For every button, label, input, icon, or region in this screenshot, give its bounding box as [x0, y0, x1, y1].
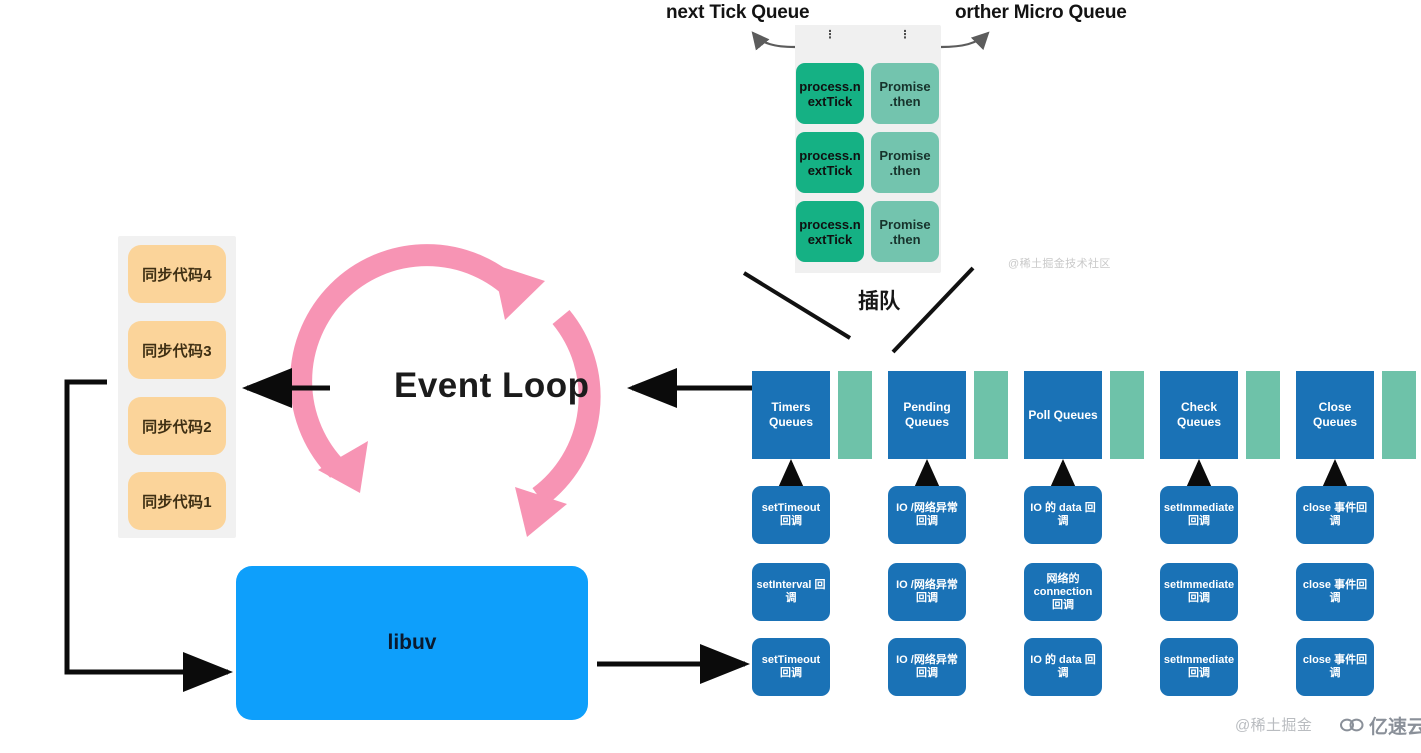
loop-arrowhead-top — [493, 264, 545, 320]
green-bar — [1110, 371, 1144, 459]
cloud-icon-svg — [1340, 718, 1364, 731]
phase-queue-timers[interactable]: Timers Queues — [752, 371, 830, 459]
label-next-tick-queue: next Tick Queue — [666, 2, 810, 23]
phase-queue-poll[interactable]: Poll Queues — [1024, 371, 1102, 459]
call-stack-item[interactable]: 同步代码4 — [128, 245, 226, 303]
phase-queue-close[interactable]: Close Queues — [1296, 371, 1374, 459]
micro-queue-item[interactable]: Promise .then — [871, 63, 939, 124]
callback-box[interactable]: IO /网络异常 回调 — [888, 563, 966, 621]
next-tick-item[interactable]: process.nextTick — [796, 201, 864, 262]
watermark-corner: @稀土掘金 — [1235, 717, 1313, 734]
micro-queue-item[interactable]: Promise .then — [871, 132, 939, 193]
call-stack-item[interactable]: 同步代码3 — [128, 321, 226, 379]
callback-box[interactable]: setImmediate 回调 — [1160, 638, 1238, 696]
callback-box[interactable]: setTimeout 回调 — [752, 486, 830, 544]
phase-queue-check[interactable]: Check Queues — [1160, 371, 1238, 459]
microtask-queue-panel: ⋮ process.nextTick process.nextTick proc… — [795, 25, 941, 273]
callback-box[interactable]: close 事件回调 — [1296, 486, 1374, 544]
loop-arrowhead-left — [318, 441, 368, 493]
phase-queue-pending[interactable]: Pending Queues — [888, 371, 966, 459]
callback-box[interactable]: close 事件回调 — [1296, 563, 1374, 621]
next-tick-queue-column: ⋮ process.nextTick process.nextTick proc… — [795, 25, 865, 273]
brand-logo: 亿速云 — [1340, 712, 1421, 739]
callback-box[interactable]: setInterval 回调 — [752, 563, 830, 621]
callback-box[interactable]: setImmediate 回调 — [1160, 563, 1238, 621]
diagram-canvas: next Tick Queue orther Micro Queue ⋮ pro… — [0, 0, 1421, 753]
callback-box[interactable]: IO /网络异常 回调 — [888, 638, 966, 696]
callback-box[interactable]: IO /网络异常 回调 — [888, 486, 966, 544]
callback-box[interactable]: setImmediate 回调 — [1160, 486, 1238, 544]
callback-box[interactable]: IO 的 data 回调 — [1024, 638, 1102, 696]
call-stack-item[interactable]: 同步代码1 — [128, 472, 226, 530]
brand-name: 亿速云 — [1369, 717, 1421, 738]
micro-queue-column: ⋮ Promise .then Promise .then Promise .t… — [870, 25, 940, 273]
cloud-icon — [1340, 716, 1364, 736]
arrow-callback-to-phase — [773, 459, 1353, 499]
label-insert-queue: 插队 — [858, 290, 900, 313]
next-tick-dots: ⋮ — [824, 29, 836, 41]
green-bar — [1246, 371, 1280, 459]
callback-box[interactable]: 网络的 connection 回调 — [1024, 563, 1102, 621]
leader-other-micro — [940, 31, 990, 51]
event-loop-label: Event Loop — [394, 366, 590, 405]
label-other-micro-queue: orther Micro Queue — [955, 2, 1127, 23]
callback-box[interactable]: IO 的 data 回调 — [1024, 486, 1102, 544]
watermark-center: @稀土掘金技术社区 — [1008, 258, 1111, 270]
callback-box[interactable]: close 事件回调 — [1296, 638, 1374, 696]
next-tick-item[interactable]: process.nextTick — [796, 63, 864, 124]
micro-queue-dots: ⋮ — [899, 29, 911, 41]
call-stack-item[interactable]: 同步代码2 — [128, 397, 226, 455]
leader-next-tick — [751, 31, 796, 51]
next-tick-item[interactable]: process.nextTick — [796, 132, 864, 193]
green-bar — [838, 371, 872, 459]
green-bar — [1382, 371, 1416, 459]
call-stack-panel: 同步代码4 同步代码3 同步代码2 同步代码1 — [118, 236, 236, 538]
libuv-box[interactable]: libuv — [236, 566, 588, 720]
green-bar — [974, 371, 1008, 459]
micro-queue-item[interactable]: Promise .then — [871, 201, 939, 262]
callback-box[interactable]: setTimeout 回调 — [752, 638, 830, 696]
loop-arrowhead-bottom — [515, 487, 567, 537]
